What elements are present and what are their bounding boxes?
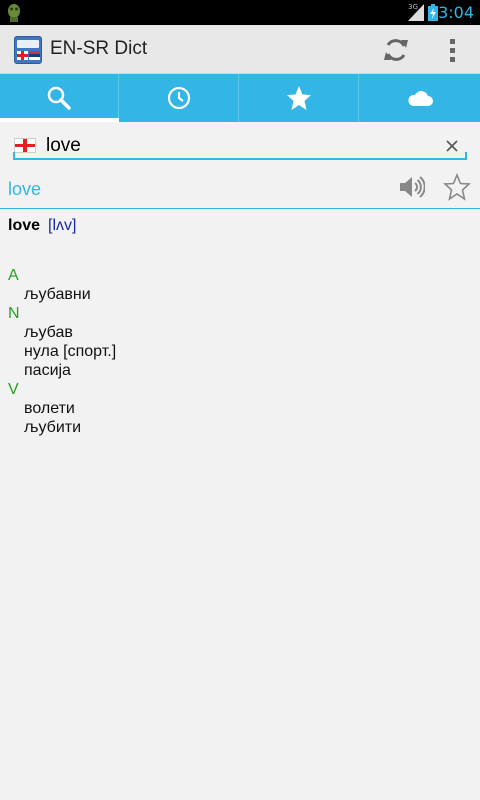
tab-bar xyxy=(0,74,480,122)
part-of-speech: A xyxy=(8,267,19,284)
translation: љубавни xyxy=(24,286,91,303)
overflow-menu-icon[interactable] xyxy=(440,36,464,64)
result-word[interactable]: love xyxy=(8,179,41,200)
status-bar: 3G 3:04 xyxy=(0,0,480,25)
android-debug-icon xyxy=(8,4,20,22)
senses-list: A љубавни N љубав нула [спорт.] пасија V… xyxy=(8,266,116,437)
translation: волети xyxy=(24,400,75,417)
translation: пасија xyxy=(24,362,71,379)
tab-history[interactable] xyxy=(120,74,239,122)
part-of-speech: V xyxy=(8,381,19,398)
clock-icon xyxy=(167,86,191,110)
star-icon xyxy=(287,86,311,110)
tab-cloud[interactable] xyxy=(360,74,480,122)
tab-favorites[interactable] xyxy=(240,74,359,122)
source-language-flag-icon[interactable] xyxy=(14,138,36,153)
refresh-icon[interactable] xyxy=(381,36,411,64)
part-of-speech: N xyxy=(8,305,20,322)
action-bar: EN-SR Dict xyxy=(0,25,480,74)
translation: љубити xyxy=(24,419,82,436)
entry-headline: love [lʌv] xyxy=(8,216,76,235)
battery-charging-icon xyxy=(428,4,438,21)
active-tab-indicator xyxy=(0,118,119,122)
status-time: 3:04 xyxy=(438,3,474,22)
tab-search[interactable] xyxy=(0,74,119,122)
signal-icon xyxy=(408,4,424,21)
app-logo-icon xyxy=(14,36,42,64)
clear-icon[interactable] xyxy=(442,136,462,156)
search-underline xyxy=(13,152,467,160)
translation: нула [спорт.] xyxy=(24,343,117,360)
star-outline-icon[interactable] xyxy=(443,173,471,201)
search-icon xyxy=(47,86,71,110)
header-divider xyxy=(0,208,480,209)
cloud-icon xyxy=(408,91,433,106)
transcription: [lʌv] xyxy=(48,217,77,234)
translation: љубав xyxy=(24,324,73,341)
speaker-icon[interactable] xyxy=(397,173,425,201)
headword: love xyxy=(8,217,41,234)
search-input[interactable] xyxy=(46,133,426,159)
app-title: EN-SR Dict xyxy=(50,38,148,59)
